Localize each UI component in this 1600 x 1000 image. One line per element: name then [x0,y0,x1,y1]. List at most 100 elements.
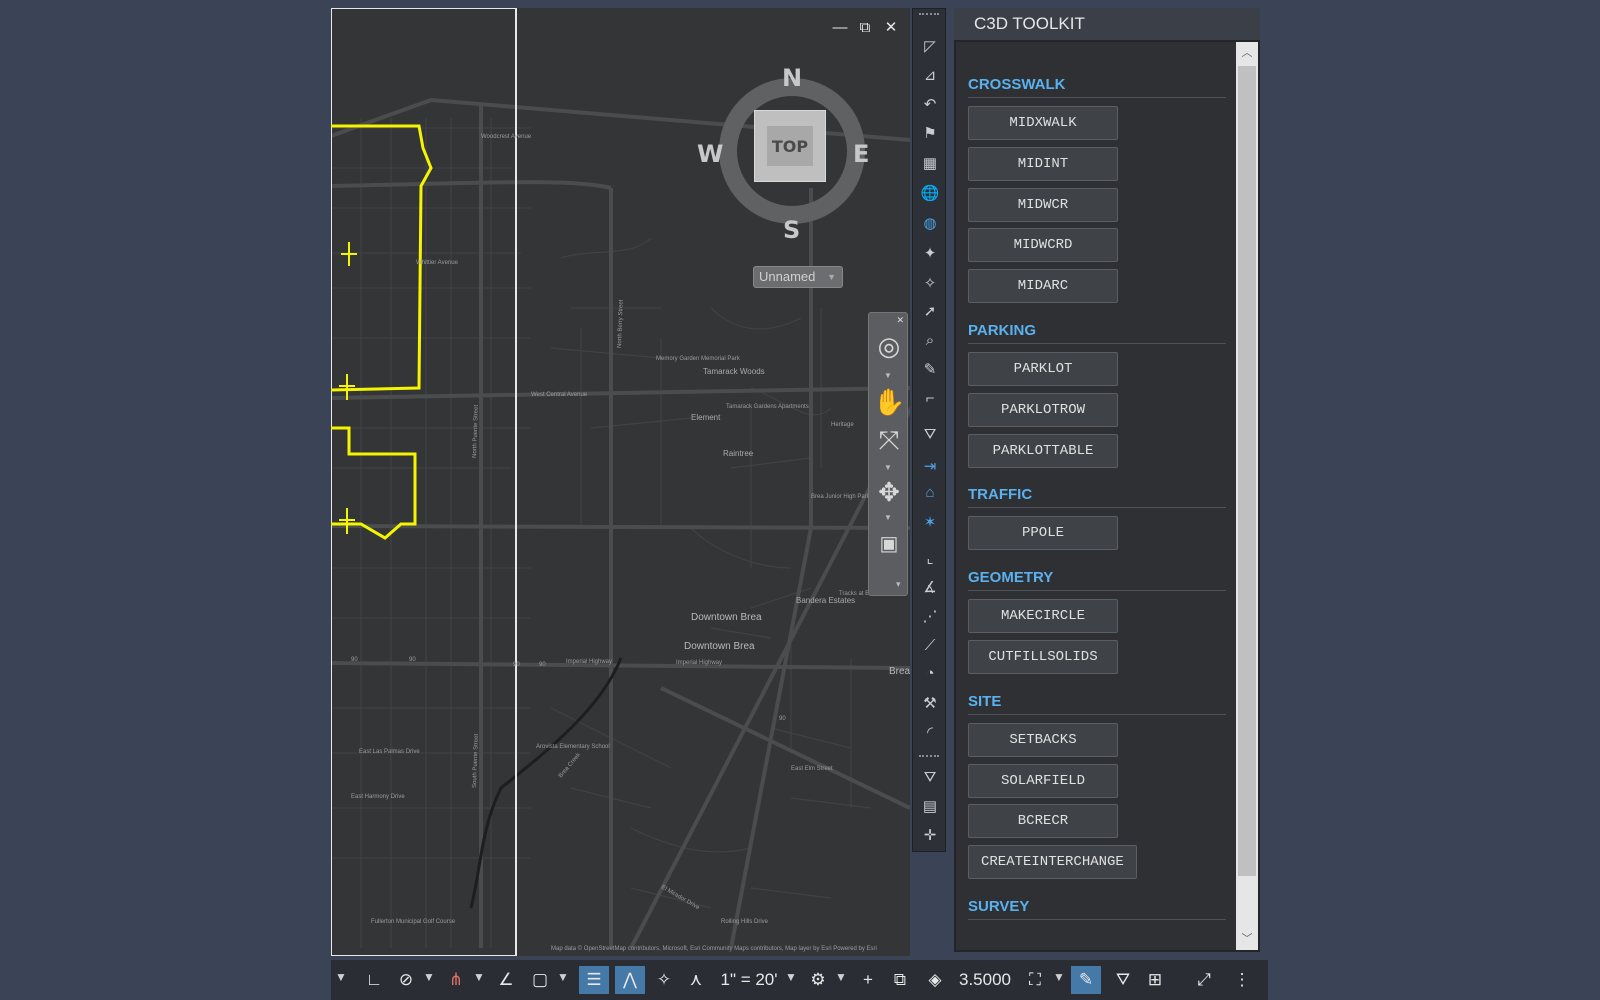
minimize-icon[interactable]: — [830,18,850,38]
palette-scrollbar[interactable]: ︿ ﹀ [1236,42,1258,950]
lineweight-toggle-icon[interactable]: ☰ [579,966,609,994]
palette-tool-button[interactable]: SETBACKS [968,722,1118,757]
chevron-down-icon[interactable]: ▼ [884,463,892,472]
chevron-down-icon[interactable]: ▼ [557,970,569,984]
palette-tool-button[interactable]: MIDXWALK [968,106,1118,140]
palette-tool-button[interactable]: CUTFILLSOLIDS [968,640,1118,674]
grade-icon[interactable]: ✛ [917,822,943,848]
palette-tool-button[interactable]: BCRECR [968,804,1118,839]
auto-scale-icon[interactable]: ✧ [651,966,677,994]
data-table-icon[interactable]: ▤ [917,793,943,819]
palette-tool-button[interactable]: MIDARC [968,269,1118,304]
showmotion-icon[interactable]: ▣ [873,527,905,561]
scroll-down-icon[interactable]: ﹀ [1236,928,1258,950]
viewcube-face[interactable]: TOP [754,110,826,182]
chevron-down-icon[interactable]: ▼ [473,970,485,984]
chevron-down-icon[interactable]: ▼ [335,970,347,984]
palette-tool-button[interactable]: PARKLOTTABLE [968,433,1118,468]
palette-tool-button[interactable]: MIDINT [968,146,1118,181]
tag-icon[interactable]: ✎ [1071,966,1101,994]
chevron-down-icon[interactable]: ▼ [1053,970,1065,984]
customize-menu-icon[interactable]: ⋮ [1229,966,1255,994]
wrench-icon[interactable]: ⚒ [917,690,943,716]
palette-tool-button[interactable]: PPOLE [968,516,1118,551]
zoom-window-icon[interactable]: ⛶ [1021,966,1049,994]
measure-icon[interactable]: ⊿ [917,62,943,88]
pan-hand-icon[interactable]: ✋ [873,385,905,419]
annotation-scale-icon[interactable]: ⋏ [683,966,709,994]
chevron-down-icon[interactable]: ▼ [884,371,892,380]
palette-title[interactable]: C3D TOOLKIT [954,8,1260,40]
arc-table-icon[interactable]: ◜ [917,719,943,745]
close-icon[interactable]: ✕ [881,18,901,38]
polar-tracking-icon[interactable]: ⊘ [393,966,419,994]
chevron-down-icon[interactable]: ▼ [884,513,892,522]
annotation-scale-value[interactable]: 1" = 20' [715,966,783,994]
edit-icon[interactable]: ✎ [917,356,943,382]
object-snap-tracking-icon[interactable]: ∠ [493,966,519,994]
zoom-extents-icon[interactable]: ⤧ [873,423,905,457]
filter-icon[interactable]: ⛛ [917,421,943,447]
palette-tool-button[interactable]: SOLARFIELD [968,763,1118,798]
flag-icon[interactable]: ⚑ [917,120,943,146]
angle-icon[interactable]: ∡ [917,574,943,600]
compass-east[interactable]: E [853,140,869,168]
scroll-up-icon[interactable]: ︿ [1236,42,1258,64]
palette-tool-button[interactable]: MIDWCR [968,187,1118,222]
fullscreen-icon[interactable]: ⤢ [1189,966,1219,994]
annotation-visibility-icon[interactable]: ⋀ [615,966,645,994]
palette-tool-button[interactable]: MIDWCRD [968,228,1118,263]
nav-menu-icon[interactable]: ▾ [896,579,901,590]
funnel-point-icon[interactable]: ⛛ [917,764,943,790]
circle-icon[interactable]: ◔ [917,660,943,686]
compass-west[interactable]: W [697,140,723,168]
toolbar-grip[interactable] [919,13,939,17]
toolbar-grip[interactable] [919,755,939,759]
star-point-icon[interactable]: ✦ [917,240,943,266]
scrollbar-thumb[interactable] [1238,66,1256,876]
house-icon[interactable]: ⌂ [917,479,943,505]
palette-tool-button[interactable]: MAKECIRCLE [968,599,1118,634]
palette-tool-button[interactable]: CREATEINTERCHANGE [968,845,1137,880]
chevron-down-icon[interactable]: ▼ [423,970,435,984]
steering-wheel-icon[interactable]: ◎ [873,329,905,363]
map-label: Rolling Hills Drive [721,919,769,925]
slope-icon[interactable]: ⋰ [917,603,943,629]
compass-north[interactable]: N [782,64,802,92]
pencil-line-icon[interactable]: ◸ [917,33,943,59]
gear-icon[interactable]: ⚙ [805,966,831,994]
break-line-icon[interactable]: ⌐ [917,385,943,411]
shapes-icon[interactable]: ⧉ [887,966,913,994]
compass-south[interactable]: S [783,216,800,244]
point-label-icon[interactable]: ✧ [917,270,943,296]
close-icon[interactable]: ✕ [896,315,904,326]
ortho-icon[interactable]: ∟ [361,966,387,994]
table-icon[interactable]: ▦ [917,150,943,176]
lineweight-value[interactable]: 3.5000 [953,966,1017,994]
point-select-icon[interactable]: ➚ [917,298,943,324]
offset-icon[interactable]: ⇥ [917,453,943,479]
map-label: North Berry Street [617,299,625,348]
isodraft-icon[interactable]: ⋔ [443,966,469,994]
orbit-icon[interactable]: ✥ [873,475,905,509]
layers-icon[interactable]: ◈ [921,966,949,994]
ucs-dropdown[interactable]: Unnamed ▼ [753,266,843,288]
palette-tool-button[interactable]: PARKLOT [968,352,1118,386]
point-style-icon[interactable]: ✶ [917,509,943,535]
palette-tool-button[interactable]: PARKLOTROW [968,392,1118,427]
dimension-icon[interactable]: ⌞ [917,545,943,571]
chevron-down-icon[interactable]: ▼ [785,970,797,984]
viewcube[interactable]: N S E W TOP [697,58,881,244]
data-shortcuts-icon[interactable]: ⛛ [1109,966,1137,994]
globe-icon[interactable]: 🌐 [917,180,943,206]
hierarchy-icon[interactable]: ⊞ [1141,966,1169,994]
point-search-icon[interactable]: ⌕ [917,327,943,353]
chevron-down-icon[interactable]: ▼ [835,970,847,984]
plus-icon[interactable]: + [855,966,881,994]
drawing-viewport[interactable]: Downtown Brea Downtown Brea Brea West Ce… [331,8,910,956]
earth-icon[interactable]: ◍ [917,210,943,236]
restore-icon[interactable]: ⧉ [855,18,875,38]
object-snap-icon[interactable]: ▢ [527,966,553,994]
line-icon[interactable]: ⟋ [917,632,943,658]
curve-icon[interactable]: ↶ [917,91,943,117]
